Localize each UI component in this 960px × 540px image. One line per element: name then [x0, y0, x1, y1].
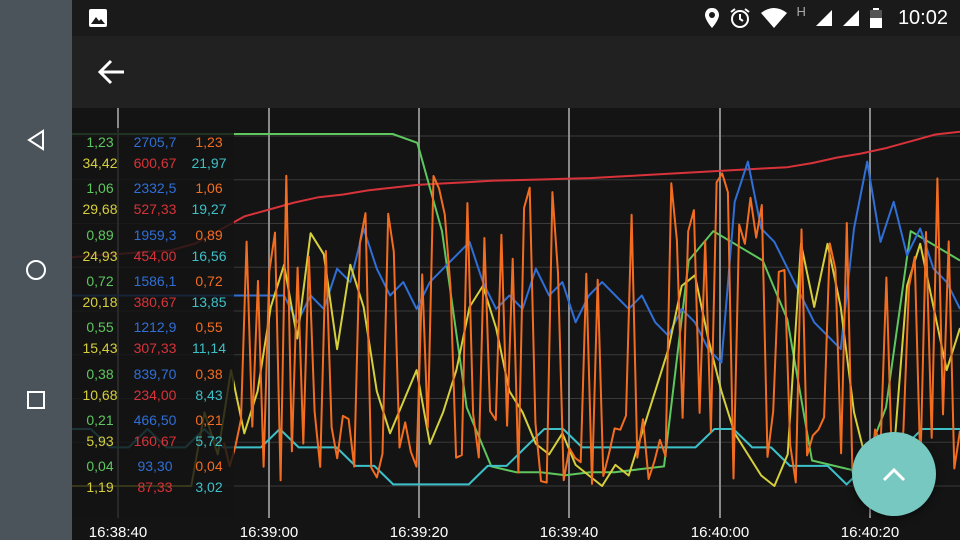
legend-value: 1,06: [86, 180, 114, 197]
time-axis-tick-label: 16:40:20: [840, 524, 900, 540]
legend-value: 1,06: [195, 180, 223, 197]
navigation-bar: [0, 0, 72, 540]
time-axis-tick-label: 16:40:00: [690, 524, 750, 540]
legend-value: 839,70: [133, 365, 177, 382]
legend-value: 160,67: [133, 432, 177, 449]
location-icon: [704, 8, 719, 28]
status-bar: H 10:02: [72, 0, 960, 36]
legend-value: 1,23: [195, 134, 223, 150]
legend-value: 0,72: [86, 272, 114, 289]
legend-value: 2705,7: [133, 134, 177, 150]
legend-value: 600,67: [133, 155, 177, 171]
legend-value: 10,68: [82, 386, 118, 403]
legend-value: 454,00: [133, 247, 177, 264]
wifi-icon: [760, 8, 787, 28]
signal-icon: [842, 10, 859, 26]
legend-value: 13,85: [191, 293, 227, 310]
legend-value: 0,21: [195, 411, 223, 428]
legend-value: 20,18: [82, 293, 118, 310]
legend-value: 380,67: [133, 293, 177, 310]
home-circle-icon: [26, 260, 46, 280]
time-axis-tick-label: 16:39:40: [539, 524, 599, 540]
legend-value: 3,02: [195, 479, 223, 496]
time-axis-tick-label: 16:39:20: [389, 524, 449, 540]
toolbar: [72, 36, 960, 108]
legend-value: 29,68: [82, 201, 118, 218]
time-axis-tick-label: 16:39:00: [239, 524, 299, 540]
legend-value: 0,89: [195, 226, 223, 243]
back-triangle-icon: [27, 129, 44, 151]
legend-value: 0,21: [86, 411, 114, 428]
legend-value: 1,19: [86, 479, 114, 496]
nav-back-button[interactable]: [14, 118, 58, 162]
legend-value: 8,43: [195, 386, 223, 403]
clock: 10:02: [897, 6, 948, 29]
time-axis-tick-label: 16:38:40: [88, 524, 148, 540]
legend-value: 5,93: [86, 432, 114, 449]
recents-square-icon: [27, 391, 45, 409]
legend-value: 527,33: [133, 201, 177, 218]
gallery-icon: [89, 9, 107, 27]
legend-value: 466,50: [133, 411, 177, 428]
legend-panel: 1,23 34,42 1,06 29,68 0,89 24,93 0,72 20,18 0,55…: [72, 128, 234, 518]
legend-value: 5,72: [195, 432, 223, 449]
legend-value: 1586,1: [133, 272, 177, 289]
legend-value: 0,38: [195, 365, 223, 382]
legend-value: 93,30: [137, 458, 173, 475]
legend-value: 1959,3: [133, 226, 177, 243]
legend-value: 234,00: [133, 386, 177, 403]
legend-value: 0,04: [195, 458, 223, 475]
legend-value: 0,55: [86, 319, 114, 336]
legend-value: 0,04: [86, 458, 114, 475]
chevron-up-icon: [882, 467, 906, 482]
network-type-label: H: [796, 4, 806, 19]
legend-value: 24,93: [82, 247, 118, 264]
legend-value: 87,33: [137, 479, 173, 496]
legend-value: 1,23: [86, 134, 114, 150]
battery-icon: [869, 8, 882, 28]
alarm-icon: [729, 8, 750, 28]
legend-value: 19,27: [191, 201, 227, 218]
legend-value: 307,33: [133, 340, 177, 357]
legend-value: 16,56: [191, 247, 227, 264]
legend-value: 0,89: [86, 226, 114, 243]
legend-value: 2332,5: [133, 180, 177, 197]
scroll-up-button[interactable]: [852, 432, 936, 516]
legend-value: 21,97: [191, 155, 227, 171]
nav-recents-button[interactable]: [14, 378, 58, 422]
legend-value: 0,38: [86, 365, 114, 382]
legend-value: 34,42: [82, 155, 118, 171]
legend-value: 15,43: [82, 340, 118, 357]
legend-value: 0,55: [195, 319, 223, 336]
legend-value: 1212,9: [133, 319, 177, 336]
nav-home-button[interactable]: [14, 248, 58, 292]
arrow-left-icon[interactable]: [96, 58, 128, 86]
signal-icon: [815, 10, 832, 26]
legend-value: 11,14: [192, 340, 226, 357]
legend-value: 0,72: [195, 272, 223, 289]
